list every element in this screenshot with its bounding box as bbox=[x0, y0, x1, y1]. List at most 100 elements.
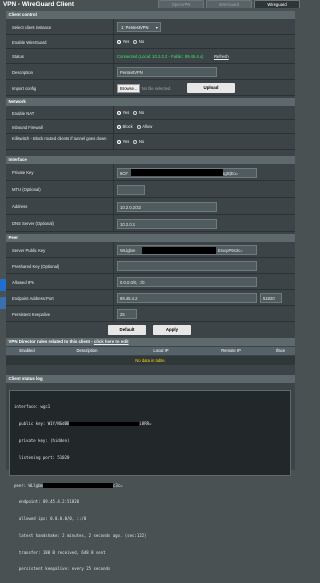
enable-radio-group: Yes No bbox=[117, 39, 144, 44]
enable-label: Enable WireGuard bbox=[12, 39, 47, 45]
row-import-config: Import config Browse... No file selected… bbox=[6, 80, 295, 96]
endpoint-address-input[interactable]: 89.45.4.2 bbox=[117, 293, 257, 303]
row-server-public-key: Server Public Key WLlgbm EIxcpP6s3c= bbox=[6, 242, 295, 258]
firewall-block-option[interactable]: Block bbox=[117, 124, 133, 129]
refresh-link[interactable]: Refresh bbox=[214, 54, 229, 59]
status-label: Status bbox=[12, 54, 24, 59]
endpoint-label: Endpoint Address:Port bbox=[12, 295, 54, 301]
firewall-radio-group: Block Allow bbox=[117, 124, 152, 129]
killswitch-yes-option[interactable]: Yes bbox=[117, 139, 129, 144]
description-label: Description bbox=[12, 69, 33, 75]
page: VPN - WireGuard Client OpenVPN WireGuard… bbox=[0, 0, 300, 571]
psk-label: Preshared Key (Optional) bbox=[12, 263, 60, 269]
tab-bar: OpenVPN WireGuard Wireguard bbox=[156, 0, 300, 8]
section-client-control: Client control bbox=[6, 11, 295, 19]
director-no-data: No data in table. bbox=[6, 356, 295, 365]
instance-label: Select client instance bbox=[12, 24, 52, 30]
firewall-allow-option[interactable]: Allow bbox=[136, 124, 152, 129]
firewall-label: Inbound Firewall bbox=[12, 125, 43, 130]
row-killswitch: Killswitch - Block routed clients if tun… bbox=[6, 134, 295, 150]
row-enable-nat: Enable NAT Yes No bbox=[6, 106, 295, 120]
enable-yes-option[interactable]: Yes bbox=[117, 39, 129, 44]
redaction-block bbox=[142, 246, 216, 254]
file-picker: Browse... No file selected. bbox=[117, 84, 171, 93]
log-line: public key: W1Y/NGdBB i8RR= bbox=[14, 420, 152, 427]
row-enable-wireguard: Enable WireGuard Yes No bbox=[6, 35, 295, 49]
section-network: Network bbox=[6, 98, 295, 106]
keepalive-label: Persistent Keepalive bbox=[12, 311, 51, 317]
radio-icon bbox=[133, 110, 138, 115]
nat-yes-option[interactable]: Yes bbox=[117, 110, 129, 115]
radio-icon bbox=[133, 139, 138, 144]
address-input[interactable]: 10.2.0.2/32 bbox=[117, 201, 217, 212]
killswitch-radio-group: Yes No bbox=[117, 139, 144, 144]
endpoint-port-input[interactable]: 51820 bbox=[260, 293, 282, 303]
col-local-ip: Local IP bbox=[153, 348, 169, 353]
client-instance-select[interactable]: 1: PentestVPN ▾ bbox=[117, 22, 161, 32]
row-dns: DNS Server (Optional) 10.2.0.1 bbox=[6, 215, 295, 232]
director-edit-link[interactable]: click here to edit bbox=[94, 339, 129, 344]
enable-no-option[interactable]: No bbox=[133, 39, 144, 44]
section-vpn-director: VPN Director rules related to this clien… bbox=[6, 338, 295, 346]
private-key-label: Private Key bbox=[12, 170, 34, 175]
row-allowed-ips: Allowed IPs 0.0.0.0/0, ::/0 bbox=[6, 274, 295, 290]
killswitch-no-option[interactable]: No bbox=[133, 139, 144, 144]
log-line: interface: wgc1 bbox=[14, 404, 51, 410]
director-table-header: Enabled Description Local IP Remote IP I… bbox=[6, 347, 295, 355]
allowed-ips-input[interactable]: 0.0.0.0/0, ::/0 bbox=[117, 277, 257, 287]
row-inbound-firewall: Inbound Firewall Block Allow bbox=[6, 120, 295, 134]
radio-selected-icon bbox=[117, 110, 121, 115]
status-value: Connected (Local: 10.2.0.2 - Public: 89.… bbox=[117, 54, 204, 59]
section-interface: Interface bbox=[6, 156, 295, 164]
log-line: allowed ips: 0.0.0.0/0, ::/0 bbox=[14, 516, 87, 522]
log-line: endpoint: 89.45.4.2:51820 bbox=[14, 499, 80, 505]
mtu-input[interactable] bbox=[117, 184, 145, 195]
keepalive-input[interactable]: 25 bbox=[117, 309, 137, 319]
tab-openvpn[interactable]: OpenVPN bbox=[158, 0, 204, 8]
section-peer: Peer bbox=[6, 234, 295, 242]
radio-selected-icon bbox=[117, 39, 121, 44]
row-preshared-key: Preshared Key (Optional) bbox=[6, 258, 295, 274]
status-log: interface: wgc1 public key: W1Y/NGdBB i8R… bbox=[9, 390, 291, 571]
redaction-block bbox=[69, 421, 140, 427]
client-instance-value: 1: PentestVPN bbox=[121, 25, 149, 30]
browse-button[interactable]: Browse... bbox=[117, 84, 141, 93]
col-enabled: Enabled bbox=[19, 348, 35, 353]
chevron-down-icon: ▾ bbox=[155, 25, 158, 30]
row-keepalive: Persistent Keepalive 25 bbox=[6, 306, 295, 322]
log-line: listening port: 51020 bbox=[14, 454, 70, 460]
col-iface: Iface bbox=[275, 348, 286, 353]
log-line: peer: WLlgbm c3c= bbox=[14, 482, 123, 488]
psk-input[interactable] bbox=[117, 261, 257, 271]
page-title: VPN - WireGuard Client bbox=[3, 1, 74, 8]
log-line: private key: (hidden) bbox=[14, 437, 70, 443]
redaction-block bbox=[42, 483, 113, 488]
apply-button[interactable]: Apply bbox=[153, 325, 191, 335]
row-mtu: MTU (Optional) bbox=[6, 181, 295, 198]
tab-wireguard-client[interactable]: Wireguard bbox=[254, 0, 300, 8]
row-status: Status Connected (Local: 10.2.0.2 - Publ… bbox=[6, 49, 295, 64]
section-status-log: Client status log bbox=[6, 375, 295, 383]
nat-no-option[interactable]: No bbox=[133, 110, 144, 115]
log-line: latest handshake: 2 minutes, 2 seconds a… bbox=[14, 532, 147, 538]
no-file-text: No file selected. bbox=[141, 86, 172, 91]
allowed-ips-label: Allowed IPs bbox=[12, 279, 34, 285]
nat-label: Enable NAT bbox=[12, 111, 35, 116]
radio-icon bbox=[133, 39, 138, 44]
radio-icon bbox=[136, 124, 141, 129]
description-input[interactable]: PentestVPN bbox=[117, 67, 217, 77]
log-line: transfer: 180 B received, 648 B sent bbox=[14, 549, 106, 555]
tab-wireguard-server[interactable]: WireGuard bbox=[206, 0, 252, 8]
default-button[interactable]: Default bbox=[108, 325, 146, 335]
dns-input[interactable]: 10.2.0.1 bbox=[117, 218, 217, 229]
col-description: Description bbox=[76, 348, 98, 353]
client-panel: Client control Select client instance 1:… bbox=[6, 11, 295, 571]
nat-radio-group: Yes No bbox=[117, 110, 144, 115]
server-pubkey-label: Server Public Key bbox=[12, 247, 46, 253]
row-private-key: Private Key 8CF 5gS|Eo= bbox=[6, 164, 295, 181]
upload-button[interactable]: Upload bbox=[187, 83, 235, 93]
row-address: Address 10.2.0.2/32 bbox=[6, 198, 295, 215]
row-endpoint: Endpoint Address:Port 89.45.4.2 51820 bbox=[6, 290, 295, 306]
mtu-label: MTU (Optional) bbox=[12, 187, 41, 192]
col-remote-ip: Remote IP bbox=[221, 348, 241, 353]
